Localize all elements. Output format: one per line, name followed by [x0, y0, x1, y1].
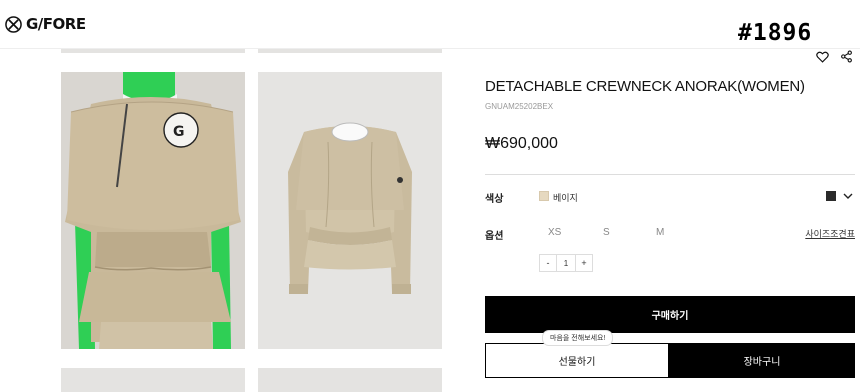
share-icon — [840, 50, 852, 62]
size-guide-link[interactable]: 사이즈조견표 — [805, 227, 855, 240]
quantity-increase-button[interactable]: + — [576, 255, 592, 271]
logo-icon — [5, 15, 22, 33]
quantity-decrease-button[interactable]: - — [540, 255, 556, 271]
color-swatch-beige[interactable] — [539, 191, 549, 201]
heart-icon — [815, 51, 829, 63]
product-title: DETACHABLE CREWNECK ANORAK(WOMEN) — [485, 78, 805, 95]
gallery-thumb-bottom-left[interactable] — [61, 368, 245, 392]
quantity-value[interactable]: 1 — [556, 255, 576, 271]
option-label: 옵션 — [485, 231, 504, 242]
color-swatch-charcoal[interactable] — [826, 191, 836, 201]
buy-button[interactable]: 구매하기 — [485, 296, 855, 333]
size-option-xs[interactable]: XS — [548, 227, 561, 238]
jacket-front-image — [258, 72, 442, 349]
color-label: 색상 — [485, 194, 504, 205]
gallery-thumb-bottom-right[interactable] — [258, 368, 442, 392]
divider — [485, 174, 855, 175]
size-option-m[interactable]: M — [656, 227, 664, 238]
color-dropdown-toggle[interactable] — [840, 188, 856, 204]
gift-tooltip: 마음을 전해보세요! — [542, 330, 614, 346]
brand-name: G/FORE — [26, 15, 86, 33]
selected-color-name: 베이지 — [553, 193, 578, 203]
model-back-image: G — [61, 72, 245, 349]
share-button[interactable] — [838, 48, 854, 64]
page-id-label: #1896 — [738, 20, 813, 46]
add-to-cart-button[interactable]: 장바구니 — [669, 343, 855, 378]
product-photo-model-back[interactable]: G — [61, 72, 245, 349]
svg-text:G: G — [173, 124, 185, 140]
quantity-stepper: - 1 + — [539, 254, 593, 272]
size-option-s[interactable]: S — [603, 227, 610, 238]
site-header: G/FORE #1896 — [0, 0, 860, 49]
brand-logo[interactable]: G/FORE — [5, 15, 86, 33]
product-price: ₩690,000 — [485, 135, 558, 152]
product-code: GNUAM25202BEX — [485, 102, 554, 111]
product-photo-front[interactable] — [258, 72, 442, 349]
chevron-down-icon — [843, 193, 853, 199]
wishlist-button[interactable] — [814, 49, 830, 65]
gift-button[interactable]: 선물하기 — [485, 343, 669, 378]
